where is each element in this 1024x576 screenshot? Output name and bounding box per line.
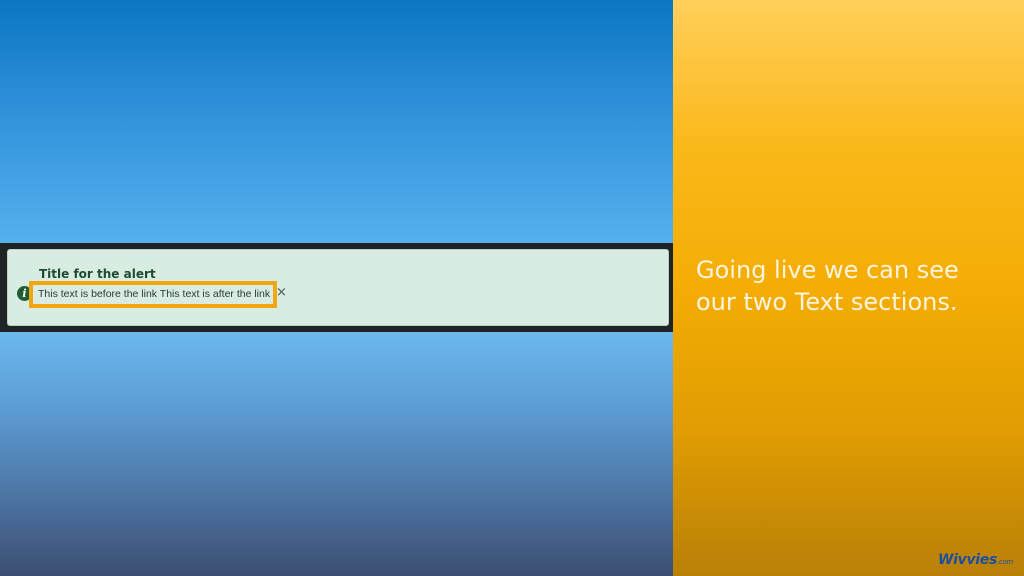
alert-banner: i Title for the alert This text is befor… bbox=[7, 249, 669, 326]
alert-text-after-link: This text is after the link bbox=[159, 288, 271, 300]
slide-caption: Going live we can see our two Text secti… bbox=[696, 256, 959, 316]
logo-text: Wivvies bbox=[938, 552, 998, 568]
brand-logo: Wivvies.com bbox=[938, 552, 1013, 568]
slide: i Title for the alert This text is befor… bbox=[0, 0, 1024, 576]
alert-title: Title for the alert bbox=[39, 267, 156, 281]
logo-suffix: .com bbox=[997, 558, 1014, 566]
close-icon[interactable]: × bbox=[276, 286, 287, 299]
screenshot-strip: i Title for the alert This text is befor… bbox=[0, 243, 673, 332]
alert-text-highlight: This text is before the link This text i… bbox=[29, 281, 277, 308]
alert-text-before-link: This text is before the link bbox=[38, 288, 158, 300]
